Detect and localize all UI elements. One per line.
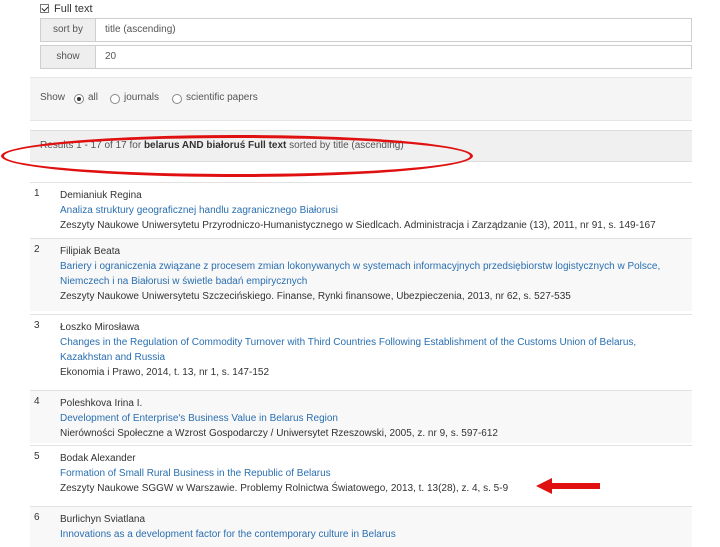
result-author[interactable]: Burlichyn Sviatlana — [60, 512, 688, 527]
fulltext-label: Full text — [54, 3, 93, 15]
sort-by-value[interactable]: title (ascending) — [105, 19, 176, 41]
red-arrow-icon — [536, 478, 600, 494]
show-count-value[interactable]: 20 — [105, 46, 116, 68]
result-title-continued[interactable]: Niemczech i na Białorusi w świetle badań… — [60, 274, 688, 289]
result-row: 1 Demianiuk Regina Analiza struktury geo… — [30, 182, 692, 238]
result-number: 1 — [34, 188, 40, 199]
result-row: 5 Bodak Alexander Formation of Small Rur… — [30, 445, 692, 504]
radio-scientific-papers[interactable] — [172, 94, 182, 104]
result-author[interactable]: Łoszko Mirosława — [60, 320, 688, 335]
result-row: 6 Burlichyn Sviatlana Innovations as a d… — [30, 506, 692, 547]
show-count-label: show — [41, 46, 96, 68]
show-filter-bar: Show all journals scientific papers — [30, 77, 692, 121]
fulltext-checkbox[interactable] — [40, 4, 49, 13]
radio-journals-label[interactable]: journals — [124, 92, 159, 103]
result-number: 5 — [34, 451, 40, 462]
result-author[interactable]: Demianiuk Regina — [60, 188, 688, 203]
show-filter-label: Show — [40, 92, 66, 103]
result-source: Nierówności Społeczne a Wzrost Gospodarc… — [60, 428, 498, 439]
result-number: 3 — [34, 320, 40, 331]
result-title[interactable]: Analiza struktury geograficznej handlu z… — [60, 203, 688, 218]
result-row: 4 Poleshkova Irina I. Development of Ent… — [30, 390, 692, 443]
radio-journals[interactable] — [110, 94, 120, 104]
result-source: Zeszyty Naukowe Uniwersytetu Przyrodnicz… — [60, 220, 656, 231]
result-title-continued[interactable]: Kazakhstan and Russia — [60, 350, 688, 365]
sort-by-label: sort by — [41, 19, 96, 41]
radio-scientific-papers-label[interactable]: scientific papers — [186, 92, 258, 103]
radio-all-label[interactable]: all — [88, 92, 98, 103]
result-title[interactable]: Changes in the Regulation of Commodity T… — [60, 335, 688, 350]
show-count-field[interactable]: show 20 — [40, 45, 692, 69]
result-source: Ekonomia i Prawo, 2014, t. 13, nr 1, s. … — [60, 367, 270, 378]
result-row: 2 Filipiak Beata Bariery i ograniczenia … — [30, 238, 692, 311]
result-title[interactable]: Bariery i ograniczenia związane z proces… — [60, 259, 688, 274]
result-source: Zeszyty Naukowe Uniwersytetu Szczeciński… — [60, 291, 571, 302]
result-number: 2 — [34, 244, 40, 255]
result-author[interactable]: Poleshkova Irina I. — [60, 396, 688, 411]
sort-by-field[interactable]: sort by title (ascending) — [40, 18, 692, 42]
result-number: 6 — [34, 512, 40, 523]
radio-all[interactable] — [74, 94, 84, 104]
result-author[interactable]: Filipiak Beata — [60, 244, 688, 259]
result-author[interactable]: Bodak Alexander — [60, 451, 688, 466]
result-title[interactable]: Development of Enterprise's Business Val… — [60, 411, 688, 426]
result-number: 4 — [34, 396, 40, 407]
highlight-oval — [1, 135, 473, 177]
result-row: 3 Łoszko Mirosława Changes in the Regula… — [30, 314, 692, 387]
